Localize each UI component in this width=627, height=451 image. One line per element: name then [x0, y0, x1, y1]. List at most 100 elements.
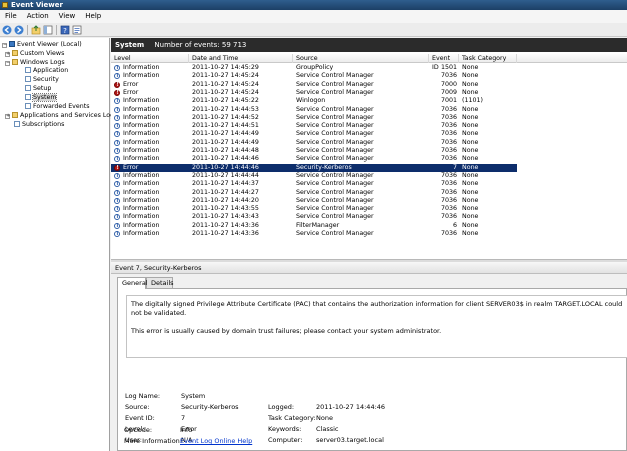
log-icon [25, 103, 31, 109]
table-row[interactable]: Information 2011-10-27 14:44:20 Service Co… [111, 197, 517, 205]
event-viewer-icon [9, 41, 16, 47]
tree-item-event-viewer-local[interactable]: − Event Viewer (Local) [2, 40, 82, 49]
table-row[interactable]: Information 2011-10-27 14:43:55 Service Co… [111, 205, 517, 213]
menu-file[interactable]: File [0, 10, 22, 23]
table-row[interactable]: Information 2011-10-27 14:44:48 Service Co… [111, 147, 517, 155]
table-row[interactable]: Information 2011-10-27 14:43:36 FilterMana… [111, 222, 517, 230]
cell-task-category: None [462, 180, 479, 188]
column-header-event-id[interactable]: Event ID [429, 54, 459, 71]
menu-help[interactable]: Help [80, 10, 106, 23]
cell-task-category: None [462, 72, 479, 80]
cell-event-id: 7036 [440, 213, 457, 221]
expand-icon[interactable]: + [5, 114, 10, 119]
cell-level: Error [123, 88, 139, 96]
tree-item-subscriptions[interactable]: Subscriptions [14, 120, 64, 129]
expand-icon[interactable]: + [5, 52, 10, 57]
cell-date-time: 2011-10-27 14:44:44 [192, 171, 259, 179]
cell-level: Information [123, 147, 160, 154]
table-row[interactable]: Information 2011-10-27 14:45:24 Service Co… [111, 72, 517, 81]
column-header-level[interactable]: Level [111, 54, 189, 63]
cell-source: Service Control Manager [296, 80, 374, 88]
forward-arrow-icon[interactable] [14, 25, 24, 35]
table-row[interactable]: Information 2011-10-27 14:43:43 Service Co… [111, 213, 517, 222]
show-hide-tree-icon[interactable] [43, 25, 53, 35]
table-row[interactable]: Error 2011-10-27 14:45:24 Service Control … [111, 89, 517, 97]
cell-source: Service Control Manager [296, 180, 374, 188]
information-icon [114, 222, 120, 230]
cell-date-time: 2011-10-27 14:45:24 [192, 80, 259, 88]
tree-item-custom-views[interactable]: + Custom Views [5, 49, 64, 58]
cell-source: Service Control Manager [296, 113, 374, 121]
information-icon [114, 213, 120, 222]
table-row[interactable]: Information 2011-10-27 14:45:29 GroupPolic… [111, 64, 517, 72]
cell-task-category: None [462, 205, 479, 213]
cell-date-time: 2011-10-27 14:45:24 [192, 88, 259, 96]
tab-details[interactable]: Details [146, 277, 174, 288]
cell-source: Service Control Manager [296, 205, 374, 213]
cell-date-time: 2011-10-27 14:44:37 [192, 180, 259, 188]
collapse-icon[interactable]: − [5, 61, 10, 66]
error-icon [114, 81, 120, 89]
event-log-online-help-link[interactable]: Event Log Online Help [180, 437, 252, 446]
tab-general[interactable]: General [117, 277, 148, 289]
properties-icon[interactable] [72, 25, 82, 35]
table-row[interactable]: Information 2011-10-27 14:44:49 Service Co… [111, 130, 517, 139]
cell-source: GroupPolicy [296, 64, 334, 71]
help-icon[interactable]: ? [60, 25, 70, 35]
menu-view[interactable]: View [54, 10, 81, 23]
tree-item-forwarded-events[interactable]: Forwarded Events [25, 102, 90, 111]
tree-item-security[interactable]: Security [25, 75, 59, 84]
error-icon [114, 89, 120, 97]
cell-event-id: 7036 [440, 122, 457, 130]
cell-event-id: 7036 [440, 113, 457, 121]
tree-item-setup[interactable]: Setup [25, 84, 51, 93]
toolbar-separator [56, 25, 57, 35]
tree-item-system[interactable]: System [25, 93, 58, 102]
table-row[interactable]: Information 2011-10-27 14:44:27 Service Co… [111, 189, 517, 197]
cell-level: Information [123, 171, 160, 179]
navigation-tree: − Event Viewer (Local) + Custom Views − … [0, 38, 117, 451]
log-icon [25, 85, 31, 91]
information-icon [114, 180, 120, 188]
cell-source: Service Control Manager [296, 230, 374, 237]
cell-task-category: None [462, 138, 479, 146]
table-row[interactable]: Information 2011-10-27 14:43:36 Service Co… [111, 230, 517, 238]
menu-bar: File Action View Help [0, 10, 627, 23]
up-folder-icon[interactable] [31, 25, 41, 35]
back-arrow-icon[interactable] [2, 25, 12, 35]
table-row[interactable]: Information 2011-10-27 14:44:49 Service Co… [111, 139, 517, 147]
cell-task-category: None [462, 88, 479, 96]
cell-level: Information [123, 221, 160, 229]
tree-item-applications-services-logs[interactable]: + Applications and Services Logs [5, 111, 117, 120]
cell-source: Service Control Manager [296, 105, 374, 113]
column-header-task-category[interactable]: Task Category [459, 54, 517, 63]
general-tab-body: The digitally signed Privilege Attribute… [117, 288, 627, 451]
cell-task-category: None [462, 113, 479, 121]
table-row[interactable]: Information 2011-10-27 14:44:44 Service Co… [111, 172, 517, 180]
menu-action[interactable]: Action [22, 10, 54, 23]
table-row[interactable]: Information 2011-10-27 14:45:22 Winlogon 70… [111, 97, 517, 105]
cell-event-id: 7036 [440, 155, 457, 163]
cell-date-time: 2011-10-27 14:44:49 [192, 130, 259, 138]
table-row[interactable]: Error 2011-10-27 14:45:24 Service Control … [111, 81, 517, 89]
column-header-date-time[interactable]: Date and Time [189, 54, 293, 63]
information-icon [114, 155, 120, 164]
event-description[interactable]: The digitally signed Privilege Attribute… [126, 295, 627, 358]
information-icon [114, 97, 120, 105]
tree-item-application[interactable]: Application [25, 66, 68, 75]
cell-event-id: 7036 [440, 205, 457, 213]
cell-level: Error [123, 80, 139, 88]
description-line-1: The digitally signed Privilege Attribute… [131, 300, 623, 317]
collapse-icon[interactable]: − [2, 43, 7, 48]
column-header-source[interactable]: Source [293, 54, 429, 63]
cell-event-id: 7036 [440, 130, 457, 138]
cell-event-id: 7036 [440, 171, 457, 179]
table-row[interactable]: Information 2011-10-27 14:44:53 Service Co… [111, 106, 517, 114]
table-row[interactable]: Information 2011-10-27 14:44:52 Service Co… [111, 114, 517, 122]
table-row[interactable]: Information 2011-10-27 14:44:46 Service Co… [111, 155, 517, 164]
table-row[interactable]: Error 2011-10-27 14:44:46 Security-Kerbero… [111, 163, 517, 172]
table-row[interactable]: Information 2011-10-27 14:44:37 Service Co… [111, 180, 517, 188]
table-row[interactable]: Information 2011-10-27 14:44:51 Service Co… [111, 122, 517, 130]
cell-level: Information [123, 188, 160, 196]
description-line-2: This error is usually caused by domain t… [131, 327, 442, 335]
